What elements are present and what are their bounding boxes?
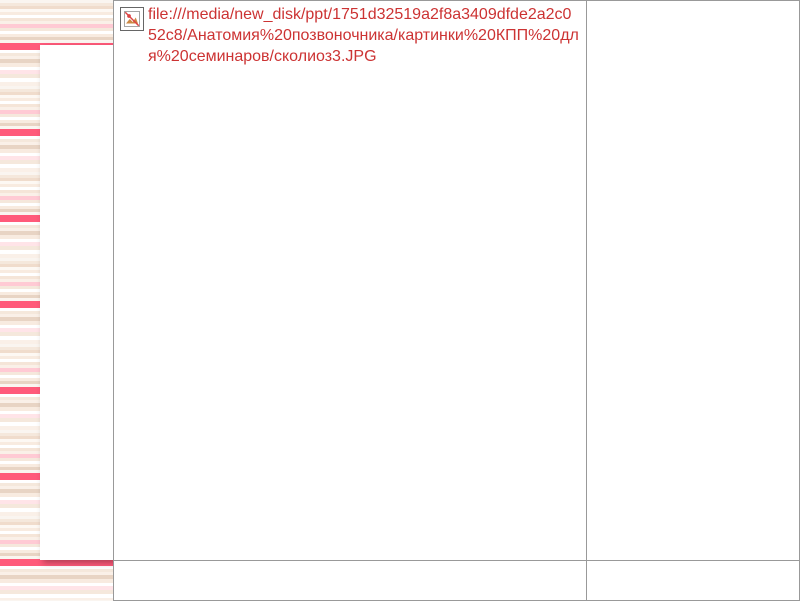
image-cell: file:///media/new_disk/ppt/1751d32519a2f… — [114, 1, 587, 560]
table-row — [114, 560, 799, 600]
empty-cell-right-bottom — [587, 561, 799, 600]
table-row: file:///media/new_disk/ppt/1751d32519a2f… — [114, 1, 799, 560]
broken-image-path: file:///media/new_disk/ppt/1751d32519a2f… — [148, 5, 580, 67]
empty-cell-left-bottom — [114, 561, 587, 600]
broken-image-icon — [120, 7, 144, 31]
empty-cell-right — [587, 1, 799, 560]
content-table: file:///media/new_disk/ppt/1751d32519a2f… — [113, 0, 800, 601]
